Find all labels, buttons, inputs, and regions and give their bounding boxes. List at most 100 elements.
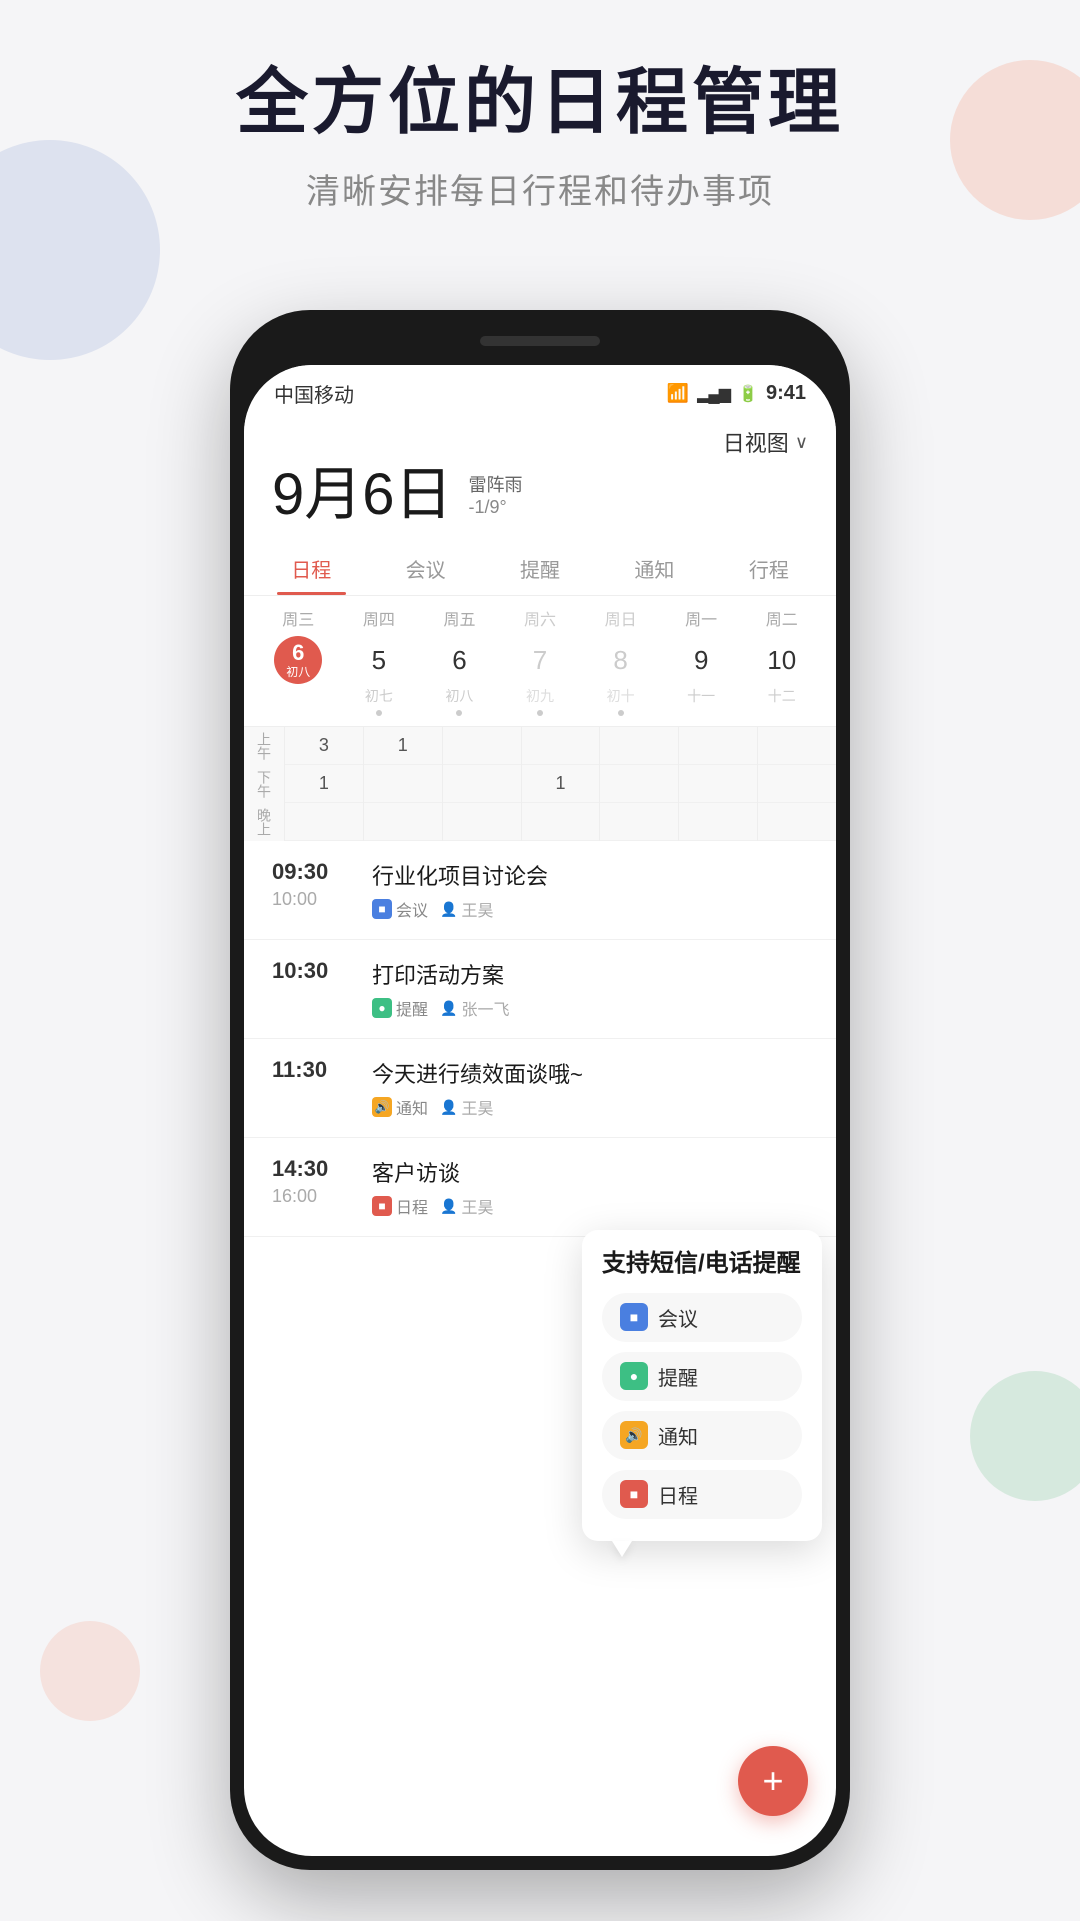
grid-cell-0-0: 3 bbox=[285, 727, 363, 765]
weather-temp: -1/9° bbox=[469, 497, 523, 518]
event-end-1: 10:00 bbox=[272, 889, 362, 910]
popup-remind-label: 提醒 bbox=[658, 1362, 698, 1391]
week-day-wed[interactable]: 周三 6 初八 bbox=[258, 606, 339, 706]
event-detail-2: 打印活动方案 ● 提醒 👤 张一飞 bbox=[362, 958, 808, 1020]
lunar-mon: 十一 bbox=[661, 686, 742, 706]
week-day-thu[interactable]: 周四 5 初七 bbox=[339, 606, 420, 706]
event-person-3: 👤 王昊 bbox=[440, 1095, 493, 1119]
event-item-3[interactable]: 11:30 今天进行绩效面谈哦~ 🔊 通知 👤 王昊 bbox=[244, 1039, 836, 1138]
tab-meeting[interactable]: 会议 bbox=[368, 540, 482, 595]
view-selector[interactable]: 日视图 ∨ bbox=[272, 426, 808, 458]
schedule-icon: ■ bbox=[372, 1196, 392, 1216]
grid-cell-5-1 bbox=[679, 765, 757, 803]
day-num-sat: 7 bbox=[516, 636, 564, 684]
person-name-1: 王昊 bbox=[461, 897, 493, 921]
popup-speech-text: 支持短信/电话提醒 bbox=[602, 1248, 802, 1279]
week-day-mon[interactable]: 周一 9 十一 bbox=[661, 606, 742, 706]
chevron-down-icon: ∨ bbox=[795, 432, 808, 453]
person-icon-2: 👤 bbox=[440, 1000, 457, 1017]
grid-cell-5-0 bbox=[679, 727, 757, 765]
person-name-3: 王昊 bbox=[461, 1095, 493, 1119]
grid-col-1: 1 bbox=[363, 727, 442, 841]
popup-action-notify[interactable]: 🔊 通知 bbox=[602, 1411, 802, 1460]
event-type-1: ■ 会议 bbox=[372, 897, 428, 921]
fab-add-button[interactable]: + bbox=[738, 1746, 808, 1816]
view-label: 日视图 bbox=[723, 426, 789, 458]
hero-title: 全方位的日程管理 bbox=[0, 60, 1080, 146]
dot-sat bbox=[500, 710, 581, 716]
week-day-tue[interactable]: 周二 10 十二 bbox=[741, 606, 822, 706]
week-day-sat[interactable]: 周六 7 初九 bbox=[500, 606, 581, 706]
grid-cell-6-0 bbox=[758, 727, 836, 765]
tab-notification[interactable]: 通知 bbox=[597, 540, 711, 595]
popup-speech-arrow bbox=[612, 1541, 632, 1557]
popup-action-remind[interactable]: ● 提醒 bbox=[602, 1352, 802, 1401]
day-name-sun: 周日 bbox=[580, 606, 661, 630]
grid-cell-5-2 bbox=[679, 803, 757, 841]
hero-subtitle: 清晰安排每日行程和待办事项 bbox=[0, 164, 1080, 213]
event-item-1[interactable]: 09:30 10:00 行业化项目讨论会 ■ 会议 👤 王昊 bbox=[244, 841, 836, 940]
event-start-2: 10:30 bbox=[272, 958, 362, 984]
day-num-fri: 6 bbox=[435, 636, 483, 684]
tab-reminder[interactable]: 提醒 bbox=[483, 540, 597, 595]
person-icon-4: 👤 bbox=[440, 1198, 457, 1215]
event-meta-1: ■ 会议 👤 王昊 bbox=[372, 897, 808, 921]
event-title-2: 打印活动方案 bbox=[372, 958, 808, 990]
event-start-4: 14:30 bbox=[272, 1156, 362, 1182]
grid-col-3: 1 bbox=[521, 727, 600, 841]
bg-circle-pink2 bbox=[40, 1621, 140, 1721]
tab-schedule[interactable]: 日程 bbox=[254, 540, 368, 595]
popup-schedule-label: 日程 bbox=[658, 1480, 698, 1509]
grid-cell-3-0 bbox=[522, 727, 600, 765]
event-type-2: ● 提醒 bbox=[372, 996, 428, 1020]
grid-cell-2-1 bbox=[443, 765, 521, 803]
event-time-2: 10:30 bbox=[272, 958, 362, 984]
type-label-3: 通知 bbox=[396, 1095, 428, 1119]
day-num-thu: 5 bbox=[355, 636, 403, 684]
popup-action-schedule[interactable]: ■ 日程 bbox=[602, 1470, 802, 1519]
status-carrier: 中国移动 bbox=[274, 379, 354, 408]
event-person-2: 👤 张一飞 bbox=[440, 996, 509, 1020]
event-item-2[interactable]: 10:30 打印活动方案 ● 提醒 👤 张一飞 bbox=[244, 940, 836, 1039]
popup-meeting-icon: ■ bbox=[620, 1303, 648, 1331]
person-name-2: 张一飞 bbox=[461, 996, 509, 1020]
grid-col-5 bbox=[678, 727, 757, 841]
week-day-sun[interactable]: 周日 8 初十 bbox=[580, 606, 661, 706]
event-item-4[interactable]: 14:30 16:00 客户访谈 ■ 日程 👤 王昊 bbox=[244, 1138, 836, 1237]
event-detail-4: 客户访谈 ■ 日程 👤 王昊 bbox=[362, 1156, 808, 1218]
type-label-4: 日程 bbox=[396, 1194, 428, 1218]
event-meta-3: 🔊 通知 👤 王昊 bbox=[372, 1095, 808, 1119]
time-label-am: 上午 bbox=[244, 727, 284, 765]
week-day-fri[interactable]: 周五 6 初八 bbox=[419, 606, 500, 706]
event-end-4: 16:00 bbox=[272, 1186, 362, 1207]
wifi-icon: 📶 bbox=[667, 383, 689, 404]
dot-mon bbox=[661, 710, 742, 716]
grid-cell-3-1: 1 bbox=[522, 765, 600, 803]
phone-mockup: 中国移动 📶 ▂▄▆ 🔋 9:41 日视图 ∨ 9月6日 雷阵雨 bbox=[230, 310, 850, 1870]
popup-action-meeting[interactable]: ■ 会议 bbox=[602, 1293, 802, 1342]
grid-col-2 bbox=[442, 727, 521, 841]
grid-cell-2-2 bbox=[443, 803, 521, 841]
weather-info: 雷阵雨 -1/9° bbox=[469, 471, 523, 524]
grid-col-4 bbox=[599, 727, 678, 841]
grid-cell-2-0 bbox=[443, 727, 521, 765]
event-time-3: 11:30 bbox=[272, 1057, 362, 1083]
tabs: 日程 会议 提醒 通知 行程 bbox=[244, 540, 836, 596]
phone-outer: 中国移动 📶 ▂▄▆ 🔋 9:41 日视图 ∨ 9月6日 雷阵雨 bbox=[230, 310, 850, 1870]
lunar-sat: 初九 bbox=[500, 686, 581, 706]
day-num-wed: 6 初八 bbox=[274, 636, 322, 684]
grid-cell-6-1 bbox=[758, 765, 836, 803]
dot-thu bbox=[339, 710, 420, 716]
status-time: 9:41 bbox=[766, 382, 806, 405]
grid-cell-1-1 bbox=[364, 765, 442, 803]
tab-itinerary[interactable]: 行程 bbox=[712, 540, 826, 595]
day-num-sun: 8 bbox=[597, 636, 645, 684]
day-name-mon: 周一 bbox=[661, 606, 742, 630]
grid-col-6 bbox=[757, 727, 836, 841]
popup-notify-label: 通知 bbox=[658, 1421, 698, 1450]
popup-notify-icon: 🔊 bbox=[620, 1421, 648, 1449]
lunar-tue: 十二 bbox=[741, 686, 822, 706]
signal-bars: ▂▄▆ bbox=[697, 384, 730, 404]
day-name-fri: 周五 bbox=[419, 606, 500, 630]
time-label-pm: 下午 bbox=[244, 765, 284, 803]
